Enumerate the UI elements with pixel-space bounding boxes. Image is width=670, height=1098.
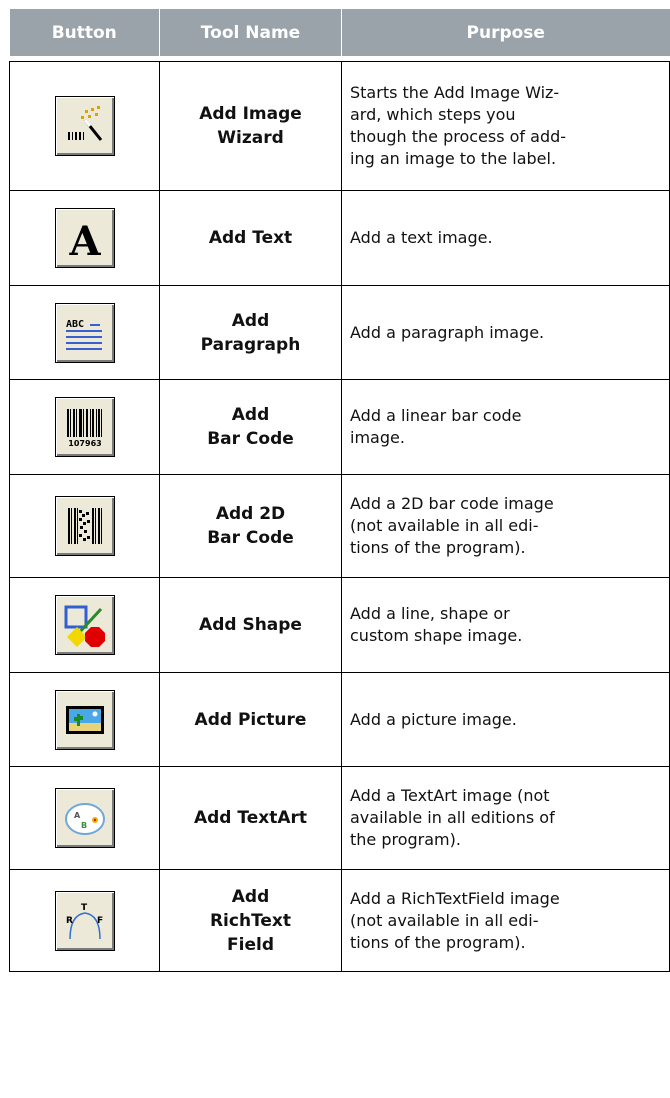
purpose-line: image. [350,428,405,447]
purpose-line: Starts the Add Image Wiz- [350,83,560,102]
tool-name-cell: Add Bar Code [159,379,342,475]
button-cell [9,61,160,191]
tool-name-cell: Add 2D Bar Code [159,474,342,578]
add-shape-icon[interactable] [54,595,115,655]
add-picture-icon[interactable] [54,689,115,750]
purpose-line: Add a 2D bar code image [350,494,554,513]
svg-text:A: A [74,811,81,820]
tool-name-line: Add [231,405,270,425]
purpose-cell: Add a RichTextField image (not available… [341,869,670,972]
tool-name-line: Add TextArt [193,808,308,828]
tool-name-line: Bar Code [207,528,294,548]
purpose-cell: Add a TextArt image (not available in al… [341,766,670,870]
purpose-line: Add a picture image. [350,709,517,729]
button-cell [9,672,160,767]
purpose-line: ard, which steps you [350,105,516,124]
table-row: Add Shape Add a line, shape or custom sh… [9,577,670,673]
tool-name-line: Wizard [217,128,284,148]
purpose-line: though the process of add- [350,127,567,146]
svg-text:ABC: ABC [66,319,84,330]
purpose-cell: Add a 2D bar code image (not available i… [341,474,670,578]
table-row: 107963 Add Bar Code Add a linear bar cod… [9,379,670,475]
purpose-line: Add a paragraph image. [350,322,545,342]
purpose-line: Add a TextArt image (not [350,786,550,805]
purpose-line: ing an image to the label. [350,149,557,168]
svg-text:A: A [68,218,101,265]
purpose-line: Add a linear bar code [350,406,522,425]
button-cell [9,577,160,673]
table-row: Add 2D Bar Code Add a 2D bar code image … [9,474,670,578]
tool-name-line: Add Shape [199,615,302,635]
tool-name-line: Add Text [208,228,293,248]
svg-text:B: B [81,821,87,830]
table-row: ABC Add Paragraph Add a paragraph image. [9,285,670,380]
tool-name-line: Paragraph [200,334,301,355]
header-button: Button [9,9,160,56]
header-purpose: Purpose [341,9,670,56]
tool-name-line: RichText [209,910,292,931]
header-row: Button Tool Name Purpose [9,9,670,56]
table-row: Add Picture Add a picture image. [9,672,670,767]
purpose-line: (not available in all edi- [350,910,539,930]
button-cell: 107963 [9,379,160,475]
purpose-cell: Add a linear bar code image. [341,379,670,475]
svg-text:F: F [97,916,103,926]
purpose-cell: Add a text image. [341,190,670,286]
button-cell: ABC [9,285,160,380]
tool-name-line: Add [231,886,270,907]
add-text-icon[interactable]: A [54,208,115,268]
bar-code-number: 107963 [68,439,101,448]
purpose-cell: Add a line, shape or custom shape image. [341,577,670,673]
tool-name-cell: Add Picture [159,672,342,767]
purpose-line: (not available in all edi- [350,516,539,535]
tool-name-cell: Add Shape [159,577,342,673]
purpose-line: tions of the program). [350,538,526,557]
purpose-cell: Starts the Add Image Wiz- ard, which ste… [341,61,670,191]
purpose-cell: Add a picture image. [341,672,670,767]
tool-name-cell: Add TextArt [159,766,342,870]
purpose-line: Add a line, shape or [350,604,510,623]
purpose-line: the program). [350,830,461,849]
tool-name-cell: Add RichText Field [159,869,342,972]
tool-name-cell: Add Paragraph [159,285,342,380]
button-cell [9,474,160,578]
table-row: A B Add TextArt Add a TextArt image (not… [9,766,670,870]
add-bar-code-icon[interactable]: 107963 [54,397,115,457]
table-row: Add Image Wizard Starts the Add Image Wi… [9,61,670,191]
purpose-line: Add a RichTextField image [350,888,560,908]
add-richtext-field-icon[interactable]: R T F [54,890,115,951]
tool-name-line: Add Image [199,104,302,124]
tool-name-line: Bar Code [207,429,294,449]
tool-name-line: Add Picture [194,709,307,730]
purpose-line: tions of the program). [350,932,526,952]
tool-name-line: Add [231,310,270,331]
add-2d-bar-code-icon[interactable] [54,496,115,556]
purpose-line: Add a text image. [350,228,493,247]
purpose-line: available in all editions of [350,808,555,827]
button-cell: A B [9,766,160,870]
tool-name-line: Field [227,934,274,955]
button-cell: R T F [9,869,160,972]
tool-name-cell: Add Image Wizard [159,61,342,191]
tool-name-line: Add 2D [215,504,286,524]
add-image-wizard-icon[interactable] [54,96,115,156]
tool-table: Button Tool Name Purpose Add Image Wizar… [9,9,670,972]
tool-name-cell: Add Text [159,190,342,286]
add-textart-icon[interactable]: A B [54,788,115,848]
add-paragraph-icon[interactable]: ABC [54,302,115,363]
header-tool-name: Tool Name [159,9,342,56]
table-row: A Add Text Add a text image. [9,190,670,286]
purpose-line: custom shape image. [350,626,523,645]
svg-text:R: R [66,916,73,926]
svg-text:T: T [81,903,88,913]
table-row: R T F Add RichText Field Add a RichTextF… [9,869,670,972]
button-cell: A [9,190,160,286]
purpose-cell: Add a paragraph image. [341,285,670,380]
